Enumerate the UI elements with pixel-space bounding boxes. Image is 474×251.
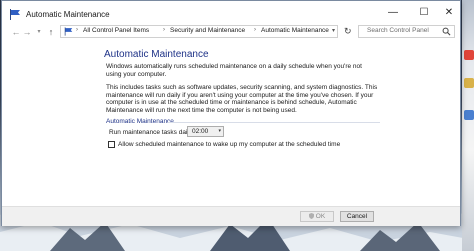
search-icon[interactable] (442, 27, 451, 36)
up-button[interactable]: ↑ (46, 26, 56, 38)
run-time-label: Run maintenance tasks daily at (109, 129, 200, 136)
maintenance-flag-icon (64, 27, 73, 36)
breadcrumb-separator: › (76, 27, 78, 33)
desktop-shortcut-icon[interactable] (464, 110, 474, 120)
navigation-bar: ← → ▾ ↑ › All Control Panel Items › Secu… (2, 24, 460, 40)
search-placeholder: Search Control Panel (367, 27, 429, 34)
maintenance-time-value: 02:00 (192, 128, 209, 135)
back-button[interactable]: ← (11, 26, 21, 38)
breadcrumb-item-automatic-maintenance[interactable]: Automatic Maintenance (261, 27, 329, 34)
close-button[interactable]: ✕ (436, 5, 462, 21)
desktop-shortcut-icon[interactable] (464, 50, 474, 60)
details-paragraph: This includes tasks such as software upd… (106, 84, 378, 114)
control-panel-window: Automatic Maintenance — ☐ ✕ ← → ▾ ↑ › Al… (1, 0, 461, 226)
section-divider (168, 122, 380, 123)
breadcrumb-item-all-control-panel-items[interactable]: All Control Panel Items (83, 27, 149, 34)
refresh-button[interactable]: ↻ (344, 26, 352, 37)
wake-computer-checkbox[interactable] (108, 141, 115, 148)
window-title: Automatic Maintenance (26, 10, 110, 19)
breadcrumb-item-security-and-maintenance[interactable]: Security and Maintenance (170, 27, 245, 34)
desktop-shortcut-icon[interactable] (464, 78, 474, 88)
ok-button[interactable]: OK (300, 211, 334, 222)
cancel-button[interactable]: Cancel (340, 211, 374, 222)
desktop-lower-area (0, 226, 474, 251)
desktop-edge (462, 0, 474, 251)
address-history-dropdown[interactable]: ▾ (332, 27, 335, 34)
maximize-button[interactable]: ☐ (411, 5, 437, 21)
main-content: Automatic Maintenance Windows automatica… (2, 40, 460, 206)
ok-button-label: OK (315, 213, 326, 220)
wake-computer-label[interactable]: Allow scheduled maintenance to wake up m… (118, 141, 340, 148)
minimize-button[interactable]: — (380, 5, 406, 21)
maintenance-time-dropdown[interactable]: 02:00 ▾ (187, 126, 224, 137)
description-paragraph: Windows automatically runs scheduled mai… (106, 63, 362, 78)
dialog-footer: OK Cancel (2, 206, 460, 226)
address-bar[interactable]: › All Control Panel Items › Security and… (60, 25, 338, 38)
section-heading: Automatic Maintenance (106, 118, 174, 125)
chevron-down-icon: ▾ (218, 128, 221, 134)
maintenance-flag-icon (10, 9, 20, 20)
recent-locations-button[interactable]: ▾ (34, 26, 44, 38)
breadcrumb-separator[interactable]: › (254, 27, 256, 33)
forward-button[interactable]: → (22, 26, 32, 38)
page-title: Automatic Maintenance (104, 49, 209, 60)
uac-shield-icon (308, 213, 314, 219)
breadcrumb-separator[interactable]: › (163, 27, 165, 33)
search-input[interactable]: Search Control Panel (358, 25, 455, 38)
